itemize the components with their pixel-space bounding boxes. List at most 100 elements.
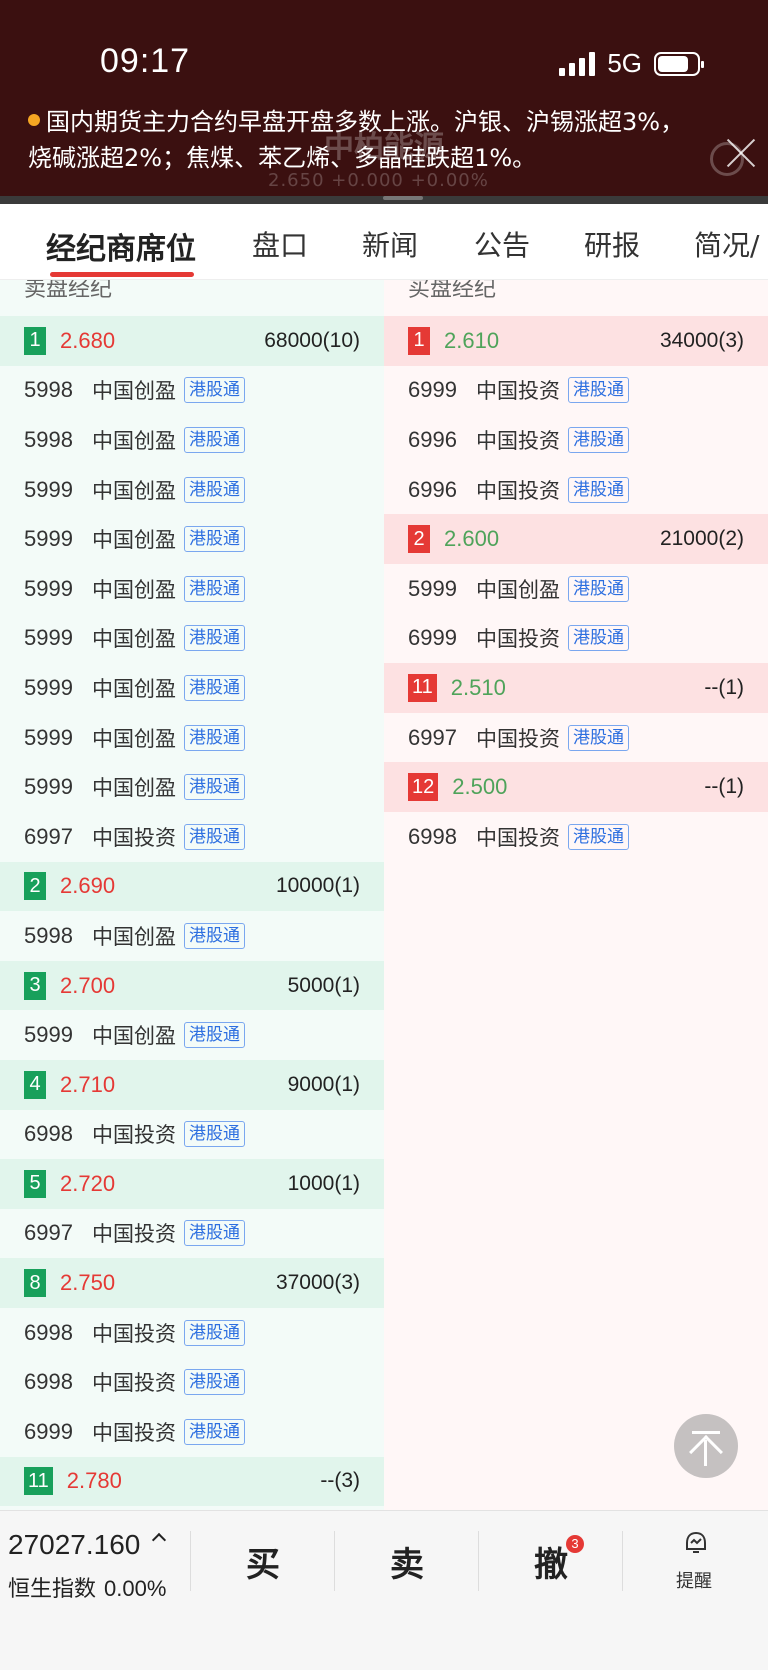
broker-code: 5999: [24, 774, 73, 800]
broker-name: 中国创盈: [92, 924, 176, 949]
broker-row[interactable]: 5999 中国创盈 港股通: [0, 663, 384, 713]
level-price: 2.610: [444, 327, 500, 353]
broker-row[interactable]: 5999 中国创盈 港股通: [384, 564, 768, 614]
connect-tag: 港股通: [184, 922, 245, 949]
cancel-order-button[interactable]: 撤: [534, 1537, 568, 1586]
broker-row[interactable]: 6999 中国投资 港股通: [384, 614, 768, 664]
broker-row[interactable]: 5999 中国创盈 港股通: [0, 713, 384, 763]
broker-code: 5998: [24, 922, 73, 948]
price-level-row[interactable]: 1 2.610 34000(3): [384, 316, 768, 366]
connect-tag: 港股通: [184, 625, 245, 652]
broker-name: 中国投资: [476, 825, 560, 850]
tab-order-book[interactable]: 盘口: [252, 224, 308, 264]
broker-row[interactable]: 6997 中国投资 港股通: [0, 1209, 384, 1259]
broker-row[interactable]: 5998 中国创盈 港股通: [0, 911, 384, 961]
tab-profile[interactable]: 简况/: [694, 224, 759, 264]
broker-name: 中国创盈: [476, 577, 560, 602]
broker-row[interactable]: 5998 中国创盈 港股通: [0, 366, 384, 416]
price-level-row[interactable]: 5 2.720 1000(1): [0, 1159, 384, 1209]
status-icons: 5G: [559, 48, 704, 79]
level-badge: 1: [408, 326, 430, 355]
price-level-row[interactable]: 11 2.780 --(3): [0, 1456, 384, 1507]
broker-code: 6998: [24, 1319, 73, 1345]
connect-tag: 港股通: [184, 1220, 245, 1247]
buy-button[interactable]: 买: [246, 1537, 280, 1586]
broker-row[interactable]: 6998 中国投资 港股通: [0, 1308, 384, 1358]
broker-name: 中国投资: [92, 1222, 176, 1247]
close-icon[interactable]: [724, 136, 758, 170]
broker-name: 中国创盈: [92, 379, 176, 404]
connect-tag: 港股通: [184, 575, 245, 602]
level-volume: --(1): [704, 675, 744, 699]
broker-code: 5998: [24, 426, 73, 452]
level-price: 2.720: [60, 1170, 116, 1196]
broker-name: 中国投资: [92, 1321, 176, 1346]
level-price: 2.780: [66, 1468, 122, 1494]
broker-row[interactable]: 6998 中国投资 港股通: [0, 1357, 384, 1407]
price-level-row[interactable]: 2 2.600 21000(2): [384, 514, 768, 564]
broker-row[interactable]: 5999 中国创盈 港股通: [0, 564, 384, 614]
level-badge: 11: [24, 1467, 53, 1496]
price-level-row[interactable]: 8 2.750 37000(3): [0, 1258, 384, 1308]
sell-header: 卖盘经纪: [24, 280, 113, 302]
broker-row[interactable]: 5999 中国创盈 港股通: [0, 1010, 384, 1060]
tab-news[interactable]: 新闻: [362, 224, 418, 264]
index-value[interactable]: 27027.160: [8, 1529, 140, 1561]
sell-broker-column[interactable]: 卖盘经纪 1 2.680 68000(10) 5998 中国创盈 港股通 5998 中国创盈港…: [0, 280, 384, 1510]
price-level-row[interactable]: 11 2.510 --(1): [384, 663, 768, 713]
level-badge: 4: [24, 1070, 46, 1099]
tab-broker-seats[interactable]: 经纪商席位: [46, 224, 196, 268]
broker-row[interactable]: 5998 中国创盈 港股通: [0, 415, 384, 465]
scroll-to-top-button[interactable]: [674, 1414, 738, 1478]
price-level-row[interactable]: 3 2.700 5000(1): [0, 960, 384, 1011]
network-label: 5G: [607, 48, 642, 78]
broker-row[interactable]: 6998 中国投资 港股通: [0, 1110, 384, 1160]
price-level-row[interactable]: 4 2.710 9000(1): [0, 1059, 384, 1110]
connect-tag: 港股通: [184, 1418, 245, 1445]
level-volume: --(3): [320, 1469, 360, 1493]
remind-label[interactable]: 提醒: [676, 1567, 712, 1593]
broker-row[interactable]: 6999 中国投资 港股通: [384, 366, 768, 416]
level-price: 2.680: [60, 327, 116, 353]
connect-tag: 港股通: [184, 1319, 245, 1346]
buy-broker-column[interactable]: 买盘经纪 1 2.610 34000(3) 6999 中国投资 港股通 6996 中国投资 港股…: [384, 280, 768, 1510]
index-name[interactable]: 恒生指数 0.00%: [8, 1571, 166, 1603]
connect-tag: 港股通: [568, 575, 629, 602]
sell-button[interactable]: 卖: [390, 1537, 424, 1586]
sheet-grabber[interactable]: [0, 196, 768, 204]
connect-tag: 港股通: [184, 674, 245, 701]
broker-row[interactable]: 5999 中国创盈 港股通: [0, 762, 384, 812]
broker-row[interactable]: 6999 中国投资 港股通: [0, 1407, 384, 1457]
broker-name: 中国投资: [476, 627, 560, 652]
broker-row[interactable]: 6997 中国投资 港股通: [0, 812, 384, 862]
broker-name: 中国投资: [476, 726, 560, 751]
broker-code: 6997: [24, 823, 73, 849]
alert-icon[interactable]: [682, 1531, 710, 1557]
broker-row[interactable]: 5999 中国创盈 港股通: [0, 614, 384, 664]
broker-row[interactable]: 5999 中国创盈 港股通: [0, 514, 384, 564]
level-volume: --(1): [704, 775, 744, 799]
price-level-row[interactable]: 12 2.500 --(1): [384, 762, 768, 812]
chevron-up-icon[interactable]: [151, 1532, 167, 1548]
price-level-row[interactable]: 1 2.680 68000(10): [0, 316, 384, 366]
connect-tag: 港股通: [184, 1369, 245, 1396]
level-volume: 34000(3): [659, 328, 744, 352]
news-banner[interactable]: 国内期货主力合约早盘开盘多数上涨。沪银、沪锡涨超3%，烧碱涨超2%；焦煤、苯乙烯…: [28, 104, 708, 176]
broker-row[interactable]: 6996 中国投资 港股通: [384, 465, 768, 515]
news-dot-icon: [28, 114, 40, 126]
index-change: 0.00%: [104, 1576, 167, 1601]
connect-tag: 港股通: [568, 724, 629, 751]
broker-name: 中国投资: [92, 1420, 176, 1445]
broker-row[interactable]: 5999 中国创盈 港股通: [0, 465, 384, 515]
scroll-top-bar-icon: [692, 1431, 720, 1434]
broker-row[interactable]: 6996 中国投资 港股通: [384, 415, 768, 465]
top-banner: 09:17 5G 中柏能源 2.650 +0.000 +0.00% 国内期货主力…: [0, 0, 768, 204]
level-badge: 3: [24, 971, 46, 1000]
connect-tag: 港股通: [184, 823, 245, 850]
level-badge: 12: [408, 773, 439, 802]
broker-row[interactable]: 6998 中国投资 港股通: [384, 812, 768, 862]
broker-row[interactable]: 6997 中国投资 港股通: [384, 713, 768, 763]
tab-research[interactable]: 研报: [584, 224, 640, 264]
price-level-row[interactable]: 2 2.690 10000(1): [0, 861, 384, 912]
tab-announcements[interactable]: 公告: [474, 224, 530, 264]
